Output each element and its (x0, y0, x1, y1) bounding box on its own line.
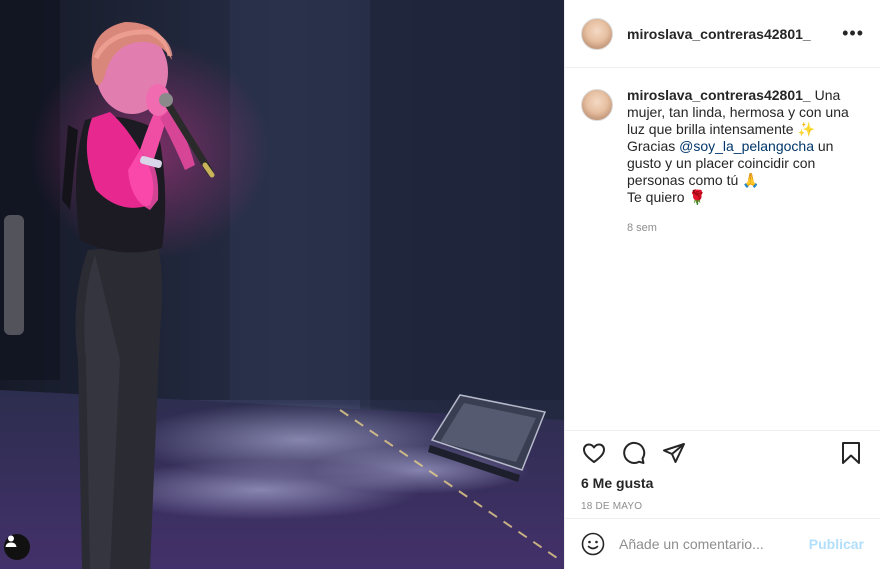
bookmark-icon[interactable] (838, 440, 864, 466)
comment-form: Publicar (565, 518, 880, 569)
comment-input[interactable] (619, 536, 809, 552)
likes-count[interactable]: 6 Me gusta (581, 475, 864, 491)
emoji-icon[interactable] (581, 532, 605, 556)
more-horizontal-icon[interactable]: ••• (842, 23, 864, 44)
caption-avatar[interactable] (581, 89, 613, 121)
user-tag-icon[interactable] (4, 534, 30, 560)
pray-emoji: 🙏 (742, 172, 760, 188)
caption: miroslava_contreras42801_ Una mujer, tan… (581, 87, 864, 237)
post-date[interactable]: 18 DE MAYO (581, 501, 864, 512)
comment-icon[interactable] (621, 440, 647, 466)
rose-emoji: 🌹 (688, 189, 706, 205)
post-photo[interactable] (0, 0, 564, 569)
publish-button[interactable]: Publicar (809, 536, 864, 552)
heart-icon[interactable] (581, 440, 607, 466)
action-bar (581, 431, 864, 475)
post-header: miroslava_contreras42801_ ••• (565, 0, 880, 68)
caption-text-2: Gracias (627, 138, 680, 154)
caption-text-4: Te quiero (627, 189, 689, 205)
post-username[interactable]: miroslava_contreras42801_ (627, 26, 811, 42)
stage-scene (0, 0, 564, 569)
caption-body: miroslava_contreras42801_ Una mujer, tan… (627, 87, 855, 237)
post-sidebar: miroslava_contreras42801_ ••• miroslava_… (564, 0, 880, 569)
comments-area: miroslava_contreras42801_ Una mujer, tan… (565, 69, 880, 430)
share-icon[interactable] (661, 440, 687, 466)
mention-link[interactable]: @soy_la_pelangocha (679, 138, 814, 154)
caption-username[interactable]: miroslava_contreras42801_ (627, 87, 811, 103)
avatar[interactable] (581, 17, 613, 50)
sparkle-emoji: ✨ (797, 121, 815, 137)
caption-time[interactable]: 8 sem (627, 220, 855, 237)
actions-section: 6 Me gusta 18 DE MAYO (565, 430, 880, 512)
